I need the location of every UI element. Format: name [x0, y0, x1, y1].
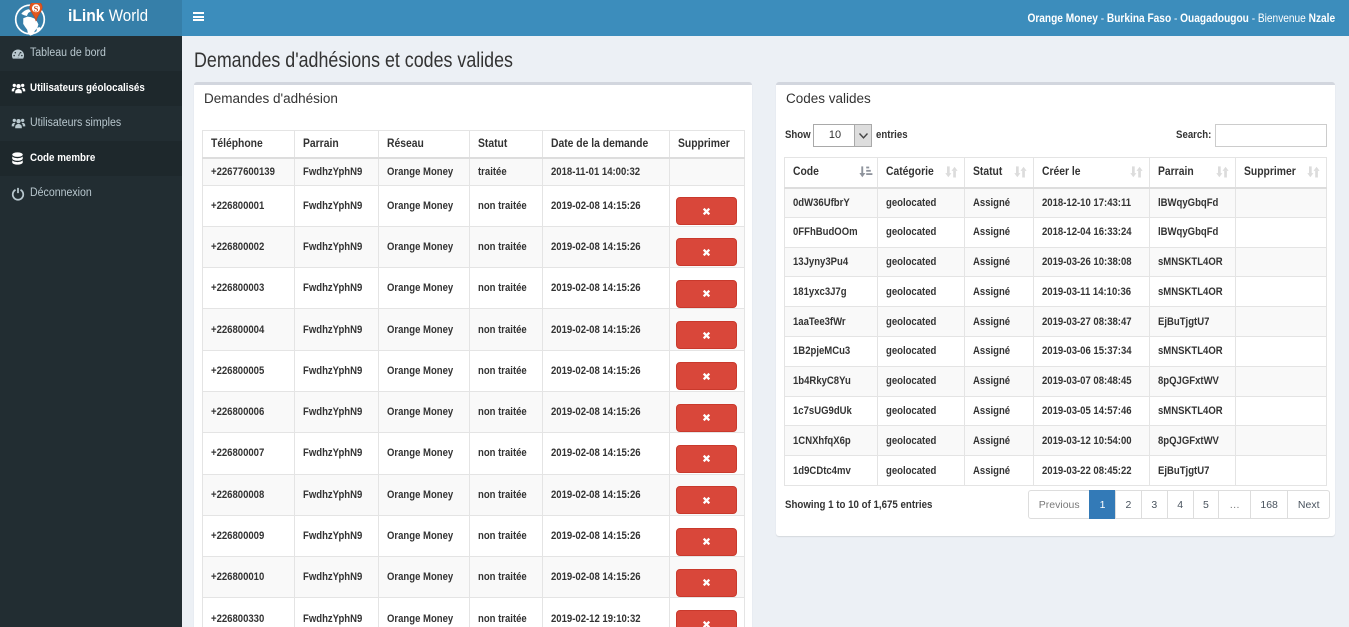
- svg-text:S: S: [34, 3, 39, 13]
